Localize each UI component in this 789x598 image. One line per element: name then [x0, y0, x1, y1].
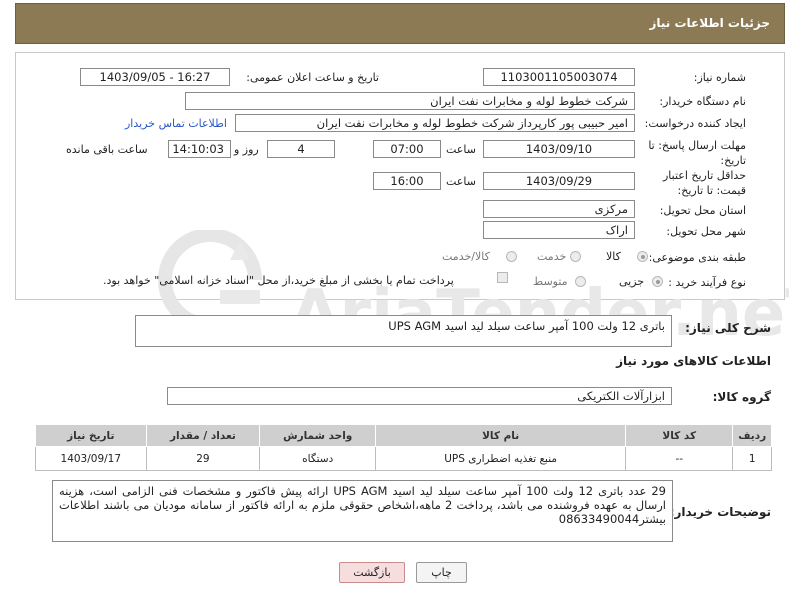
deadline-date-field: 1403/09/10	[483, 140, 635, 158]
col-code-header: کد کالا	[625, 424, 734, 447]
cell-date: 1403/09/17	[35, 446, 147, 471]
purchase-medium-radio[interactable]	[575, 276, 586, 287]
category-goods-service-label: کالا/خدمت	[442, 250, 490, 263]
deadline-label: مهلت ارسال پاسخ: تا تاریخ:	[648, 139, 746, 167]
back-button[interactable]: بازگشت	[339, 562, 405, 583]
col-unit-header: واحد شمارش	[259, 424, 377, 447]
summary-field: باتری 12 ولت 100 آمپر ساعت سیلد لید اسید…	[135, 315, 672, 347]
col-date-header: تاریخ نیاز	[35, 424, 147, 447]
remaining-time-field: 14:10:03	[168, 140, 231, 158]
deadline-time-label: ساعت	[446, 143, 476, 156]
buyer-contact-link[interactable]: اطلاعات تماس خریدار	[125, 117, 227, 130]
city-label: شهر محل تحویل:	[666, 225, 746, 238]
validity-time-label: ساعت	[446, 175, 476, 188]
items-table: ردیف کد کالا نام کالا واحد شمارش تعداد /…	[35, 424, 772, 471]
treasury-payment-note: پرداخت تمام یا بخشی از مبلغ خرید،از محل …	[103, 274, 454, 287]
goods-group-label: گروه کالا:	[712, 390, 771, 404]
purchase-minor-label: جزیی	[619, 275, 645, 288]
category-goods-label: کالا	[606, 250, 621, 263]
cell-row: 1	[732, 446, 772, 471]
province-label: استان محل تحویل:	[659, 204, 746, 217]
requester-label: ایجاد کننده درخواست:	[644, 117, 746, 130]
col-qty-header: تعداد / مقدار	[145, 424, 261, 447]
buyer-field: شرکت خطوط لوله و مخابرات نفت ایران	[185, 92, 635, 110]
page-title: جزئیات اطلاعات نیاز	[649, 16, 770, 30]
table-row: 1 -- منبع تغذیه اضطراری UPS دستگاه 29 14…	[35, 446, 772, 471]
cell-qty: 29	[145, 446, 261, 471]
col-name-header: نام کالا	[375, 424, 627, 447]
cell-code: --	[625, 446, 734, 471]
category-label: طبقه بندی موضوعی:	[648, 251, 746, 264]
treasury-payment-checkbox[interactable]	[497, 272, 508, 283]
purchase-type-label: نوع فرآیند خرید :	[668, 276, 746, 289]
category-goods-radio[interactable]	[637, 251, 648, 262]
print-button[interactable]: چاپ	[416, 562, 467, 583]
validity-date-field: 1403/09/29	[483, 172, 635, 190]
goods-group-field: ابزارآلات الکتریکی	[167, 387, 672, 405]
cell-unit: دستگاه	[259, 446, 377, 471]
category-goods-service-radio[interactable]	[506, 251, 517, 262]
buyer-label: نام دستگاه خریدار:	[659, 95, 746, 108]
city-field: اراک	[483, 221, 635, 239]
need-number-label: شماره نیاز:	[693, 71, 746, 84]
deadline-days-field: 4	[267, 140, 335, 158]
category-service-label: خدمت	[537, 250, 567, 263]
page-header: جزئیات اطلاعات نیاز	[15, 3, 785, 44]
goods-info-title: اطلاعات کالاهای مورد نیاز	[616, 354, 771, 368]
table-header-row: ردیف کد کالا نام کالا واحد شمارش تعداد /…	[35, 424, 772, 447]
requester-field: امیر حبیبی پور کارپرداز شرکت خطوط لوله و…	[235, 114, 635, 132]
province-field: مرکزی	[483, 200, 635, 218]
buyer-notes-field: 29 عدد باتری 12 ولت 100 آمپر ساعت سیلد ل…	[52, 480, 673, 542]
deadline-time-field: 07:00	[373, 140, 441, 158]
need-number-field: 1103001105003074	[483, 68, 635, 86]
remaining-time-label: ساعت باقی مانده	[66, 143, 148, 156]
buyer-notes-label: توضیحات خریدار:	[669, 505, 771, 519]
announce-label: تاریخ و ساعت اعلان عمومی:	[246, 71, 379, 84]
category-service-radio[interactable]	[570, 251, 581, 262]
purchase-medium-label: متوسط	[533, 275, 568, 288]
purchase-minor-radio[interactable]	[652, 276, 663, 287]
announce-date-field: 1403/09/05 - 16:27	[80, 68, 230, 86]
cell-name: منبع تغذیه اضطراری UPS	[375, 446, 627, 471]
summary-label: شرح کلی نیاز:	[685, 321, 771, 335]
deadline-days-label: روز و	[234, 143, 259, 156]
col-row-header: ردیف	[732, 424, 772, 447]
validity-time-field: 16:00	[373, 172, 441, 190]
validity-label: حداقل تاریخ اعتبار قیمت: تا تاریخ:	[662, 169, 746, 197]
